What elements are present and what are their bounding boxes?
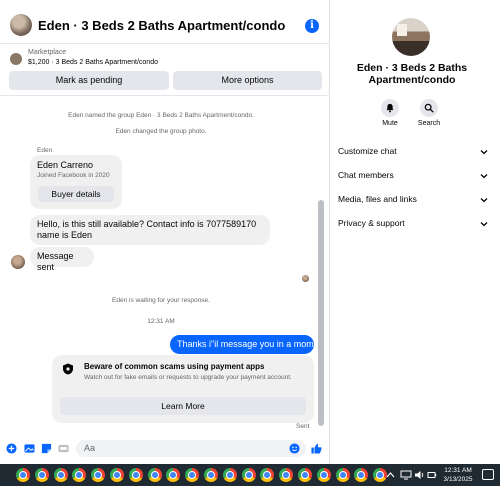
chevron-down-icon — [480, 174, 488, 179]
chrome-taskbar-icon[interactable] — [128, 468, 143, 482]
sent-status: Sent — [296, 423, 310, 430]
chat-header: Eden · 3 Beds 2 Baths Apartment/condo i — [0, 8, 330, 44]
composer: Aa — [0, 436, 330, 462]
chrome-taskbar-icon[interactable] — [34, 468, 49, 482]
chevron-down-icon — [480, 222, 488, 227]
section-privacy-support[interactable]: Privacy & support — [338, 218, 488, 236]
group-avatar[interactable] — [10, 14, 32, 36]
chrome-taskbar-icon[interactable] — [147, 468, 162, 482]
section-media-files-links[interactable]: Media, files and links — [338, 194, 488, 212]
thumbs-up-icon[interactable] — [311, 443, 322, 454]
buyer-details-button[interactable]: Buyer details — [38, 186, 114, 202]
chrome-taskbar-icon[interactable] — [91, 468, 106, 482]
marketplace-label: Marketplace — [28, 49, 67, 56]
search-icon[interactable] — [420, 99, 438, 117]
chrome-taskbar-icon[interactable] — [298, 468, 312, 482]
read-receipt-avatar — [302, 275, 309, 282]
message-input-placeholder: Aa — [84, 443, 96, 453]
message-input[interactable]: Aa — [76, 440, 306, 457]
chrome-taskbar-icon[interactable] — [72, 468, 87, 482]
chrome-taskbar-icon[interactable] — [204, 468, 218, 482]
emoji-icon[interactable] — [289, 443, 300, 454]
outgoing-message-bubble: Thanks i"il message you in a moment — [170, 335, 326, 354]
system-message: Eden changed the group photo. — [115, 128, 207, 135]
windows-taskbar: 12:31 AM 3/13/2025 — [0, 464, 500, 486]
message-list: Eden named the group Eden · 3 Beds 2 Bat… — [0, 97, 330, 433]
chrome-taskbar-icon[interactable] — [354, 468, 369, 482]
chrome-taskbar-icon[interactable] — [222, 468, 237, 482]
scam-warning-description: Watch out for fake emails or requests to… — [84, 374, 292, 381]
chrome-taskbar-icon[interactable] — [241, 468, 256, 482]
timestamp: 12:31 AM — [147, 318, 175, 325]
chevron-down-icon — [480, 198, 488, 203]
chrome-taskbar-icon[interactable] — [110, 468, 124, 482]
battery-icon[interactable] — [427, 470, 437, 480]
section-customize-chat[interactable]: Customize chat — [338, 146, 488, 164]
sender-name: Eden — [37, 147, 53, 154]
buyer-joined: Joined Facebook in 2020 — [37, 172, 110, 179]
listing-title[interactable]: $1,200 · 3 Beds 2 Baths Apartment/condo — [28, 59, 158, 66]
group-photo-window — [397, 24, 407, 36]
message-bubble: Message sent — [30, 247, 94, 272]
section-chat-members[interactable]: Chat members — [338, 170, 488, 188]
scam-warning-title: Beware of common scams using payment app… — [84, 362, 265, 371]
learn-more-button[interactable]: Learn More — [60, 397, 306, 415]
chrome-taskbar-icon[interactable] — [279, 468, 294, 482]
chrome-taskbar-icon[interactable] — [260, 468, 275, 482]
section-label: Chat members — [338, 170, 394, 180]
buyer-name: Eden Carreno — [37, 160, 94, 170]
listing-thumbnail[interactable] — [10, 53, 22, 65]
chrome-taskbar-icon[interactable] — [53, 468, 68, 482]
message-scrollbar[interactable] — [318, 200, 324, 426]
mute-label: Mute — [382, 120, 398, 127]
chevron-up-icon[interactable] — [386, 471, 395, 479]
gif-icon[interactable] — [58, 443, 69, 454]
network-icon[interactable] — [400, 470, 412, 480]
mute-action[interactable]: Mute — [370, 99, 410, 127]
clock-time: 12:31 AM — [444, 467, 472, 474]
info-icon[interactable]: i — [305, 19, 319, 33]
chevron-down-icon — [480, 150, 488, 155]
chat-details-pane: Eden · 3 Beds 2 Baths Apartment/condo Mu… — [331, 0, 500, 464]
plus-circle-icon[interactable] — [6, 443, 17, 454]
sender-avatar[interactable] — [11, 255, 25, 269]
section-label: Media, files and links — [338, 194, 417, 204]
clock-date: 3/13/2025 — [443, 476, 473, 483]
buyer-card: Eden Carreno Joined Facebook in 2020 Buy… — [30, 155, 122, 209]
mark-as-pending-button[interactable]: Mark as pending — [9, 71, 169, 90]
sticker-icon[interactable] — [41, 443, 52, 454]
chrome-taskbar-icon[interactable] — [185, 468, 200, 482]
system-message: Eden named the group Eden · 3 Beds 2 Bat… — [68, 112, 254, 119]
search-action[interactable]: Search — [409, 99, 449, 127]
chrome-taskbar-icon[interactable] — [316, 468, 331, 482]
group-name: Eden · 3 Beds 2 Baths Apartment/condo — [356, 62, 468, 86]
search-label: Search — [417, 120, 441, 127]
speaker-icon[interactable] — [414, 470, 425, 480]
marketplace-banner: Marketplace $1,200 · 3 Beds 2 Baths Apar… — [0, 44, 330, 96]
more-options-button[interactable]: More options — [173, 71, 322, 90]
taskbar-clock[interactable]: 12:31 AM 3/13/2025 — [438, 466, 478, 484]
notifications-icon[interactable] — [482, 469, 494, 480]
section-label: Privacy & support — [338, 218, 405, 228]
section-label: Customize chat — [338, 146, 397, 156]
chrome-taskbar-icon[interactable] — [166, 468, 181, 482]
chrome-taskbar-icon[interactable] — [16, 468, 30, 482]
messenger-window: Eden · 3 Beds 2 Baths Apartment/condo i … — [0, 0, 500, 464]
system-message: Eden is waiting for your response. — [112, 297, 210, 304]
chat-title[interactable]: Eden · 3 Beds 2 Baths Apartment/condo — [38, 18, 285, 33]
group-photo[interactable] — [392, 18, 430, 56]
shield-icon — [63, 363, 73, 375]
chrome-taskbar-icon[interactable] — [335, 468, 350, 482]
photo-icon[interactable] — [24, 443, 35, 454]
scam-warning-card: Beware of common scams using payment app… — [52, 355, 314, 423]
message-bubble: Hello, is this still available? Contact … — [30, 215, 270, 245]
chat-pane: Eden · 3 Beds 2 Baths Apartment/condo i … — [0, 0, 330, 464]
bell-icon[interactable] — [381, 99, 399, 117]
